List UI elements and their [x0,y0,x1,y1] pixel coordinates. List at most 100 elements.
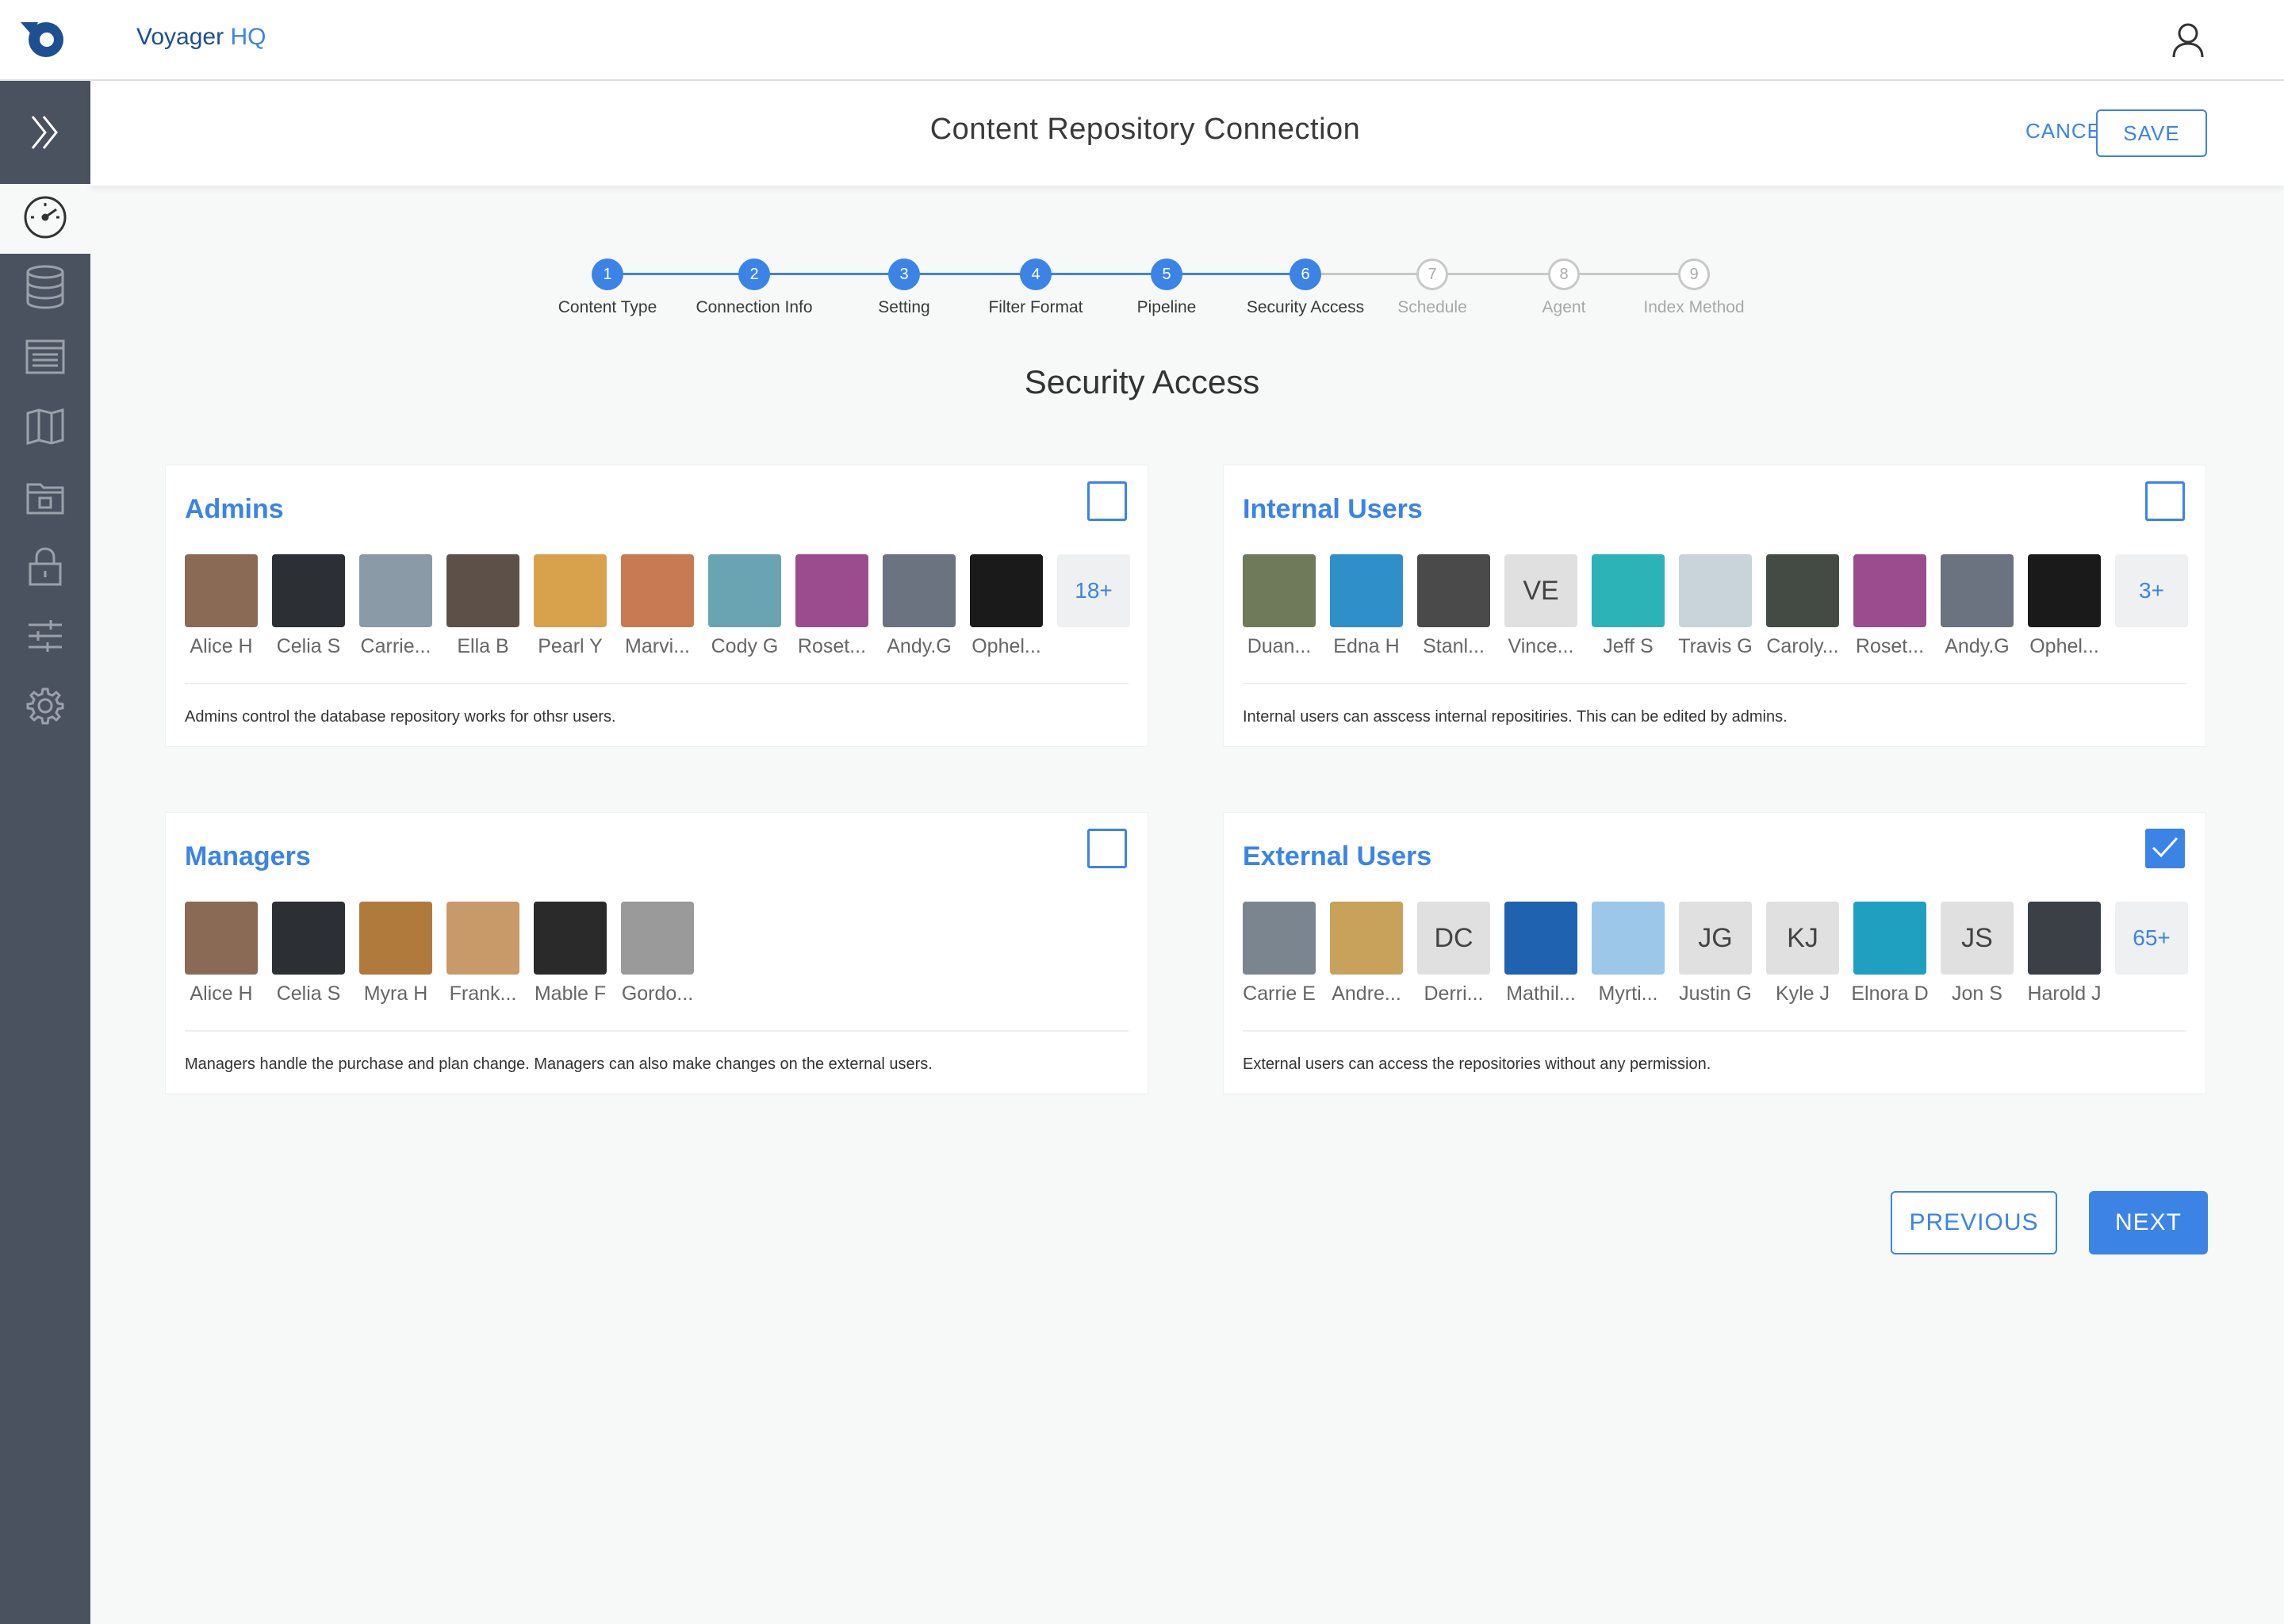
member-avatar[interactable]: JG Justin G [1679,902,1752,1005]
member-avatar[interactable]: Roset... [1853,554,1926,658]
avatar-image [1417,554,1490,627]
member-avatar[interactable]: Frank... [446,902,519,1005]
step-2[interactable]: 2 Connection Info [675,255,834,317]
group-checkbox[interactable] [2145,829,2185,868]
folder-icon [26,478,64,519]
step-5[interactable]: 5 Pipeline [1087,255,1246,317]
more-members-button[interactable]: 65+ [2115,902,2188,1005]
step-9[interactable]: 9 Index Method [1615,255,1773,317]
avatar-image [883,554,956,627]
member-avatar[interactable]: Duan... [1243,554,1316,658]
member-avatar[interactable]: Pearl Y [534,554,607,658]
member-avatar[interactable]: Travis G [1678,554,1753,658]
member-avatar[interactable]: VE Vince... [1504,554,1577,658]
step-number: 9 [1678,259,1710,290]
member-avatar[interactable]: Edna H [1330,554,1403,658]
avatar-image [446,554,519,627]
member-avatar[interactable]: Ella B [446,554,519,658]
save-button[interactable]: SAVE [2096,109,2207,157]
avatar-image [1592,902,1665,975]
member-name: Stanl... [1423,635,1485,657]
member-avatar[interactable]: Ophel... [970,554,1043,658]
avatar-image [272,902,345,975]
sidebar-item-security[interactable] [0,533,90,603]
avatar-image [708,554,781,627]
member-avatar[interactable]: Elnora D [1851,902,1929,1005]
group-title: Internal Users [1243,494,1423,524]
section-title: Security Access [1024,363,1260,400]
member-avatar[interactable]: Mable F [534,902,607,1005]
avatar-image [446,902,519,975]
sidebar-item-dashboard[interactable] [0,184,90,254]
step-label: Content Type [558,298,657,316]
member-avatar[interactable]: Carrie... [359,554,432,658]
member-name: Kyle J [1775,982,1830,1005]
member-avatar[interactable]: Andy.G [883,554,956,658]
previous-button[interactable]: PREVIOUS [1891,1191,2057,1254]
page-header: Content Repository Connection CANCEL SAV… [90,81,2284,186]
group-checkbox[interactable] [1087,829,1127,868]
app-title[interactable]: Voyager HQ [136,24,266,51]
member-avatar[interactable]: DC Derri... [1417,902,1490,1005]
member-avatar[interactable]: JS Jon S [1941,902,2014,1005]
member-avatar[interactable]: Carrie E [1243,902,1316,1005]
sidebar-item-filters[interactable] [0,603,90,672]
avatar-image: DC [1417,902,1490,975]
avatar-image [534,902,607,975]
gauge-icon [23,195,67,243]
member-avatar[interactable]: Alice H [185,902,258,1005]
member-name: Celia S [276,982,341,1005]
member-avatar[interactable]: Ophel... [2028,554,2101,658]
member-avatar[interactable]: Roset... [795,554,868,658]
group-description: External users can access the repositori… [1243,1055,1711,1073]
group-checkbox[interactable] [1087,481,1127,521]
member-avatar[interactable]: Stanl... [1417,554,1490,658]
more-members-button[interactable]: 3+ [2115,554,2188,658]
group-title: Managers [185,841,311,871]
member-avatar[interactable]: Myrti... [1592,902,1665,1005]
member-avatar[interactable]: Caroly... [1766,554,1839,658]
step-1[interactable]: 1 Content Type [528,255,687,317]
voyager-logo[interactable] [21,19,68,60]
member-name: Carrie E [1243,982,1316,1005]
avatar-image [1243,902,1316,975]
group-card-external-users: External Users Carrie E Andre... DC Derri..… [1223,812,2206,1094]
step-number: 7 [1416,259,1448,290]
sidebar-expand-button[interactable] [0,81,90,184]
member-name: Mable F [534,982,607,1005]
member-name: Andre... [1332,982,1401,1005]
member-name: Andy.G [1945,635,2010,657]
member-avatar[interactable]: Celia S [272,554,345,658]
member-avatar[interactable]: Celia S [272,902,345,1005]
member-avatar[interactable]: Myra H [359,902,432,1005]
brand-name: Voyager [136,24,224,50]
avatar-image [272,554,345,627]
member-list: Alice H Celia S Myra H Frank... Mable F Gordo… [185,902,694,1005]
avatar-image [359,902,432,975]
sidebar-item-map[interactable] [0,393,90,463]
user-profile-icon[interactable] [2171,22,2205,59]
sidebar-item-settings[interactable] [0,672,90,742]
member-avatar[interactable]: Mathil... [1504,902,1577,1005]
sliders-icon [27,619,63,657]
member-name: Ophel... [971,635,1041,657]
group-description: Admins control the database repository w… [185,708,616,726]
member-avatar[interactable]: Alice H [185,554,258,658]
avatar-image: JS [1941,902,2014,975]
member-avatar[interactable]: Andre... [1330,902,1403,1005]
group-checkbox[interactable] [2145,481,2185,521]
next-button[interactable]: NEXT [2089,1191,2208,1254]
member-avatar[interactable]: Jeff S [1592,554,1665,658]
avatar-image [185,902,258,975]
member-name: Derri... [1424,982,1484,1005]
more-members-button[interactable]: 18+ [1057,554,1130,658]
group-card-internal-users: Internal Users Duan... Edna H Stanl... VE Vi… [1223,465,2206,747]
member-avatar[interactable]: Harold J [2027,902,2102,1005]
member-avatar[interactable]: Andy.G [1941,554,2014,658]
member-avatar[interactable]: Marvi... [621,554,694,658]
member-name: Edna H [1333,635,1400,657]
member-avatar[interactable]: Gordo... [621,902,694,1005]
member-avatar[interactable]: KJ Kyle J [1766,902,1839,1005]
sidebar-item-files[interactable] [0,463,90,533]
member-avatar[interactable]: Cody G [708,554,781,658]
